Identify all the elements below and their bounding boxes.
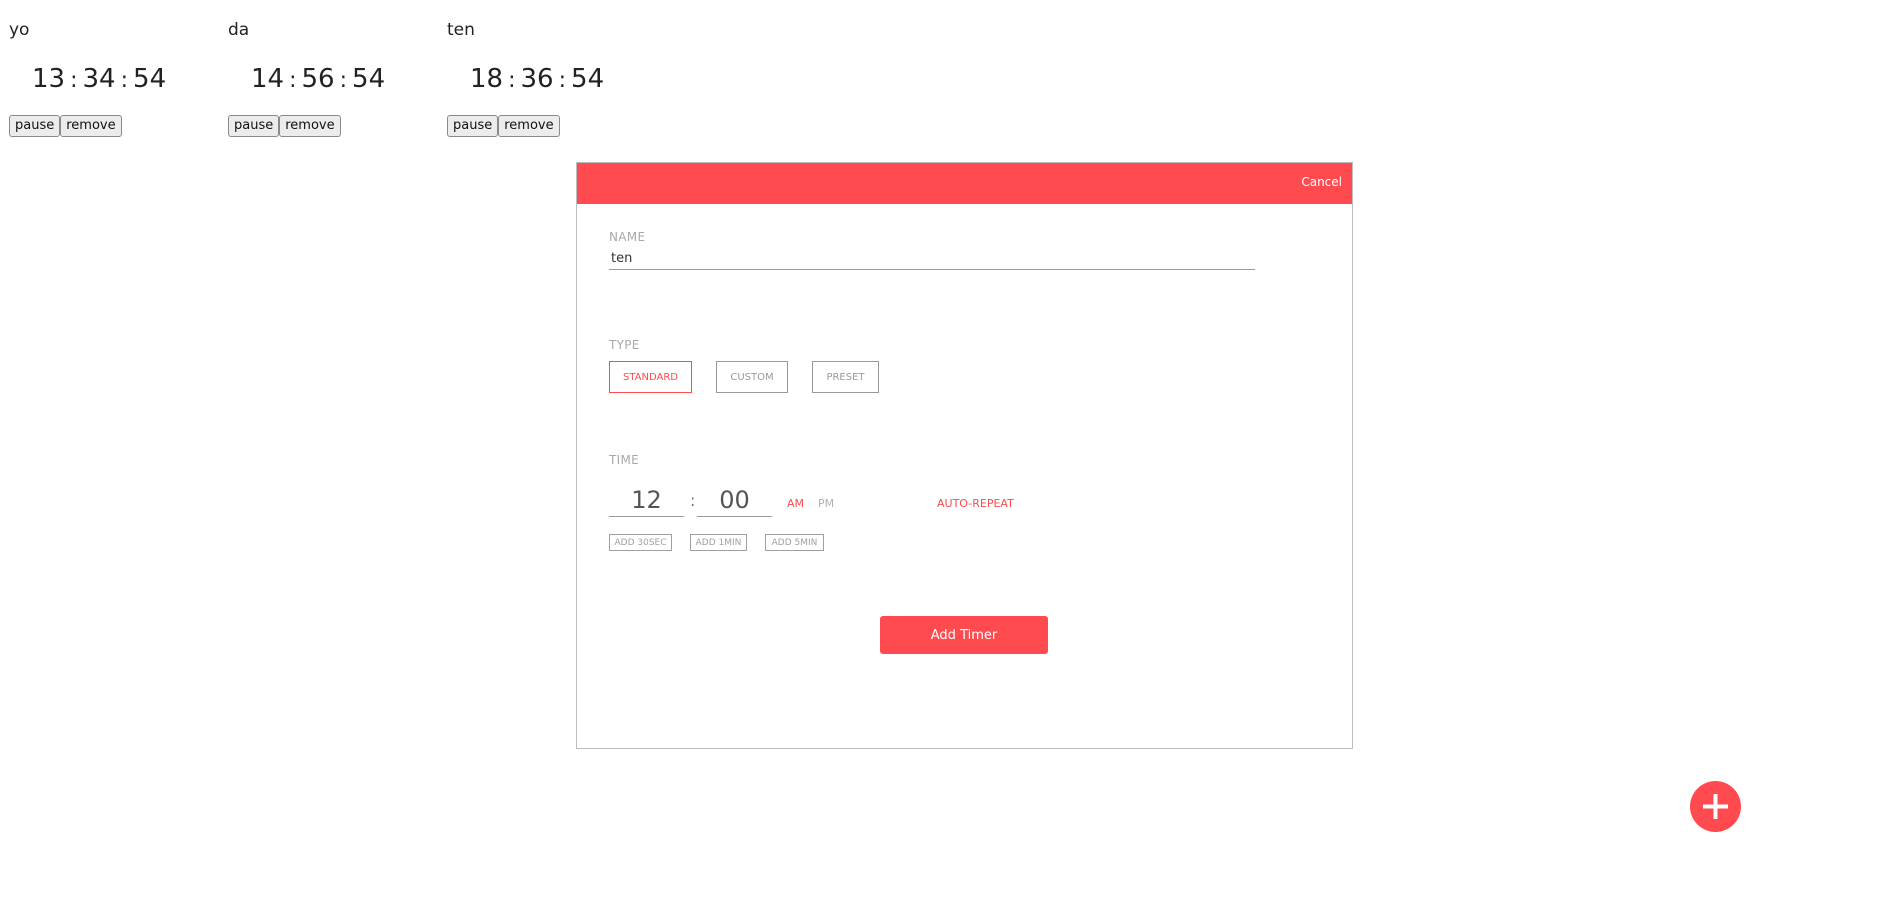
- add-1min-button[interactable]: ADD 1MIN: [690, 534, 747, 551]
- time-separator: :: [70, 68, 78, 93]
- pm-toggle[interactable]: PM: [818, 497, 834, 510]
- add-30sec-button[interactable]: ADD 30SEC: [609, 534, 672, 551]
- pause-button[interactable]: pause: [228, 115, 280, 137]
- timer-actions: pause remove: [228, 115, 447, 137]
- timer-list: yo 13:34:54 pause remove da 14:56:54 pau…: [9, 18, 666, 137]
- time-label: TIME: [609, 453, 640, 467]
- timer-seconds: 54: [571, 64, 605, 94]
- minutes-input[interactable]: [697, 484, 772, 517]
- plus-icon: [1703, 794, 1728, 819]
- timer-seconds: 54: [133, 64, 167, 94]
- time-separator: :: [558, 68, 567, 93]
- type-custom-button[interactable]: CUSTOM: [716, 361, 788, 393]
- remove-button[interactable]: remove: [60, 115, 122, 137]
- timer-card: ten 18:36:54 pause remove: [447, 18, 666, 137]
- remove-button[interactable]: remove: [279, 115, 341, 137]
- pause-button[interactable]: pause: [9, 115, 61, 137]
- timer-card: yo 13:34:54 pause remove: [9, 18, 228, 137]
- timer-minutes: 34: [82, 64, 116, 94]
- timer-hours: 14: [251, 64, 285, 94]
- auto-repeat-toggle[interactable]: AUTO-REPEAT: [937, 497, 1014, 510]
- time-separator: :: [120, 68, 129, 93]
- timer-actions: pause remove: [9, 115, 228, 137]
- time-separator: :: [289, 68, 297, 93]
- time-colon: :: [690, 491, 696, 510]
- timer-seconds: 54: [352, 64, 386, 94]
- type-preset-button[interactable]: PRESET: [812, 361, 879, 393]
- timer-actions: pause remove: [447, 115, 666, 137]
- time-separator: :: [508, 68, 516, 93]
- timer-minutes: 36: [520, 64, 554, 94]
- hours-input[interactable]: [609, 484, 684, 517]
- am-toggle[interactable]: AM: [787, 497, 804, 510]
- pause-button[interactable]: pause: [447, 115, 499, 137]
- name-input[interactable]: [609, 248, 1255, 270]
- add-timer-dialog: Cancel NAME TYPE STANDARD CUSTOM PRESET …: [576, 162, 1353, 749]
- remove-button[interactable]: remove: [498, 115, 560, 137]
- timer-clock: 14:56:54: [228, 64, 447, 94]
- time-separator: :: [339, 68, 348, 93]
- add-timer-button[interactable]: Add Timer: [880, 616, 1048, 654]
- dialog-header: Cancel: [577, 163, 1352, 204]
- timer-name: da: [228, 20, 250, 40]
- add-5min-button[interactable]: ADD 5MIN: [765, 534, 824, 551]
- timer-name: ten: [447, 20, 475, 40]
- timer-hours: 18: [470, 64, 504, 94]
- timer-app: yo 13:34:54 pause remove da 14:56:54 pau…: [0, 0, 1892, 904]
- timer-clock: 18:36:54: [447, 64, 666, 94]
- timer-card: da 14:56:54 pause remove: [228, 18, 447, 137]
- timer-name: yo: [9, 20, 30, 40]
- type-label: TYPE: [609, 338, 640, 352]
- name-label: NAME: [609, 230, 646, 244]
- new-timer-fab[interactable]: [1690, 781, 1741, 832]
- cancel-button[interactable]: Cancel: [1301, 175, 1342, 189]
- type-standard-button[interactable]: STANDARD: [609, 361, 692, 393]
- timer-clock: 13:34:54: [9, 64, 228, 94]
- timer-minutes: 56: [301, 64, 335, 94]
- timer-hours: 13: [32, 64, 66, 94]
